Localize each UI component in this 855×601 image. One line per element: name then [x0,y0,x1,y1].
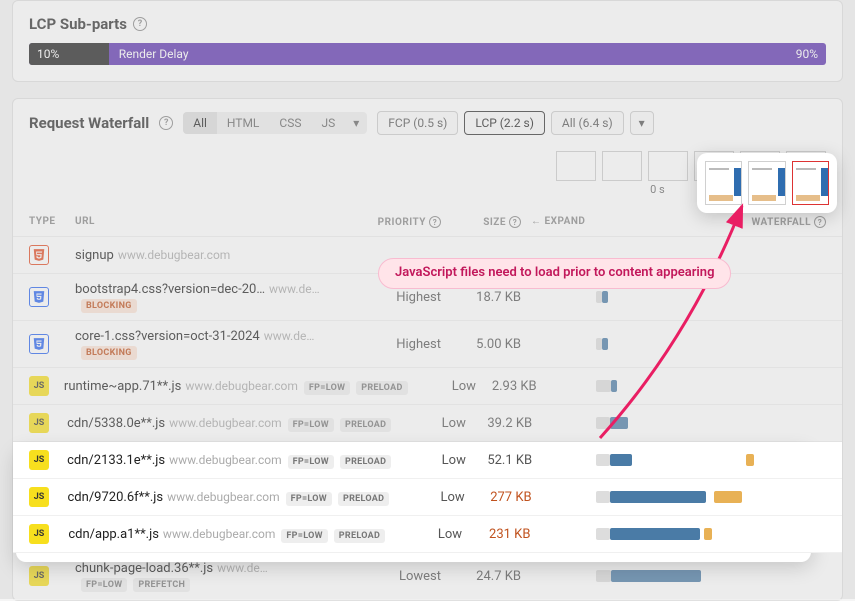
request-domain: www.debugbear.com [185,379,298,393]
col-size[interactable]: SIZE? [441,216,521,228]
request-url: chunk-page-load.36**.js [75,561,213,576]
request-domain: www.debugbear.com [167,490,280,504]
tag-fp-low: FP=LOW [288,418,334,432]
time-filter-group: FCP (0.5 s) LCP (2.2 s) All (6.4 s) ▾ [377,111,653,135]
lcp-subparts-card: LCP Sub-parts ? 10% Render Delay 90% [12,0,843,82]
request-url: cdn/5338.0e**.js [67,416,165,431]
filmstrip-frame-hl-lcp [792,161,829,205]
request-domain: www.de… [217,561,268,575]
lcp-seg-render-delay: Render Delay 90% [109,43,826,65]
tag-blocking: BLOCKING [81,346,137,360]
col-type[interactable]: TYPE [29,216,75,228]
priority-value: Highest [351,337,441,352]
waterfall-bar [596,568,826,584]
annotation-callout: JavaScript files need to load prior to c… [378,258,731,289]
request-url: cdn/9720.6f**.js [68,490,164,505]
size-value: 277 KB [465,490,532,505]
request-url: bootstrap4.css?version=dec-20… [75,282,265,297]
tag-fp-low: FP=LOW [81,578,127,592]
priority-value: Low [391,416,466,431]
request-url: signup [75,248,114,263]
filmstrip-frame[interactable] [556,151,596,181]
help-icon[interactable]: ? [814,216,826,228]
size-value: 52.1 KB [466,453,532,468]
lcp-title: LCP Sub-parts [29,15,127,33]
tag-fp-low: FP=LOW [281,529,327,543]
priority-value: Highest [351,290,441,305]
priority-value: Low [389,490,464,505]
request-url: core-1.css?version=oct-31-2024 [75,329,260,344]
col-url[interactable]: URL [75,216,351,228]
filter-time-dropdown[interactable]: ▾ [630,111,654,135]
filmstrip-frame[interactable] [648,151,688,181]
filter-all-time[interactable]: All (6.4 s) [551,111,624,135]
filter-html[interactable]: HTML [217,112,270,134]
js-icon: JS [29,487,49,507]
tag-fp-low: FP=LOW [304,381,350,395]
request-domain: www.debugbear.com [118,248,231,262]
size-value: 5.00 KB [441,337,521,352]
priority-value: Low [408,379,476,394]
filter-more-dropdown[interactable]: ▾ [345,112,367,134]
tag-preload: PRELOAD [340,418,391,432]
filter-css[interactable]: CSS [269,112,311,134]
priority-value: Lowest [351,569,441,584]
help-icon[interactable]: ? [133,17,147,31]
waterfall-bar [596,526,826,542]
filter-lcp[interactable]: LCP (2.2 s) [464,111,545,135]
priority-value: Low [391,453,466,468]
filter-fcp[interactable]: FCP (0.5 s) [377,111,458,135]
size-value: 231 KB [462,527,530,542]
js-icon: JS [29,566,49,586]
waterfall-bar [596,489,826,505]
col-priority[interactable]: PRIORITY? [351,216,441,228]
request-url: cdn/app.a1**.js [68,527,159,542]
waterfall-title: Request Waterfall [29,114,149,132]
css-icon [29,334,49,354]
annotation-arrow [560,188,780,468]
tag-fp-low: FP=LOW [288,455,334,469]
size-value: 39.2 KB [466,416,532,431]
type-filter-group: All HTML CSS JS ▾ [183,112,367,134]
size-value: 24.7 KB [441,569,521,584]
request-domain: www.debugbear.com [169,453,282,467]
priority-value: Low [385,527,462,542]
tag-preload: PRELOAD [338,492,389,506]
tag-prefetch: PREFETCH [133,578,190,592]
tag-preload: PRELOAD [356,381,407,395]
tag-blocking: BLOCKING [81,299,137,313]
help-icon[interactable]: ? [159,116,173,130]
html-icon [29,245,49,265]
lcp-bar: 10% Render Delay 90% [29,43,826,65]
request-domain: www.debugbear.com [169,416,282,430]
filmstrip-frame[interactable] [602,151,642,181]
request-url: cdn/2133.1e**.js [67,453,165,468]
request-url: runtime~app.71**.js [64,379,181,394]
help-icon[interactable]: ? [509,216,521,228]
request-domain: www.de… [269,282,320,296]
request-domain: www.de… [264,329,315,343]
tag-fp-low: FP=LOW [286,492,332,506]
table-row[interactable]: JS cdn/app.a1**.js www.debugbear.com FP=LOW… [13,516,842,553]
tag-preload: PRELOAD [340,455,391,469]
js-icon: JS [29,376,49,396]
request-domain: www.debugbear.com [163,527,276,541]
css-icon [29,287,49,307]
lcp-seg-ttfb: 10% [29,43,109,65]
js-icon: JS [29,524,49,544]
tag-preload: PRELOAD [334,529,385,543]
size-value: 18.7 KB [441,290,521,305]
size-value: 2.93 KB [476,379,537,394]
js-icon: JS [29,450,49,470]
filter-all[interactable]: All [183,112,217,134]
filter-js[interactable]: JS [311,112,345,134]
table-row[interactable]: JS cdn/9720.6f**.jswww.debugbear.com FP=LO… [13,479,842,516]
js-icon: JS [29,413,49,433]
help-icon[interactable]: ? [429,216,441,228]
